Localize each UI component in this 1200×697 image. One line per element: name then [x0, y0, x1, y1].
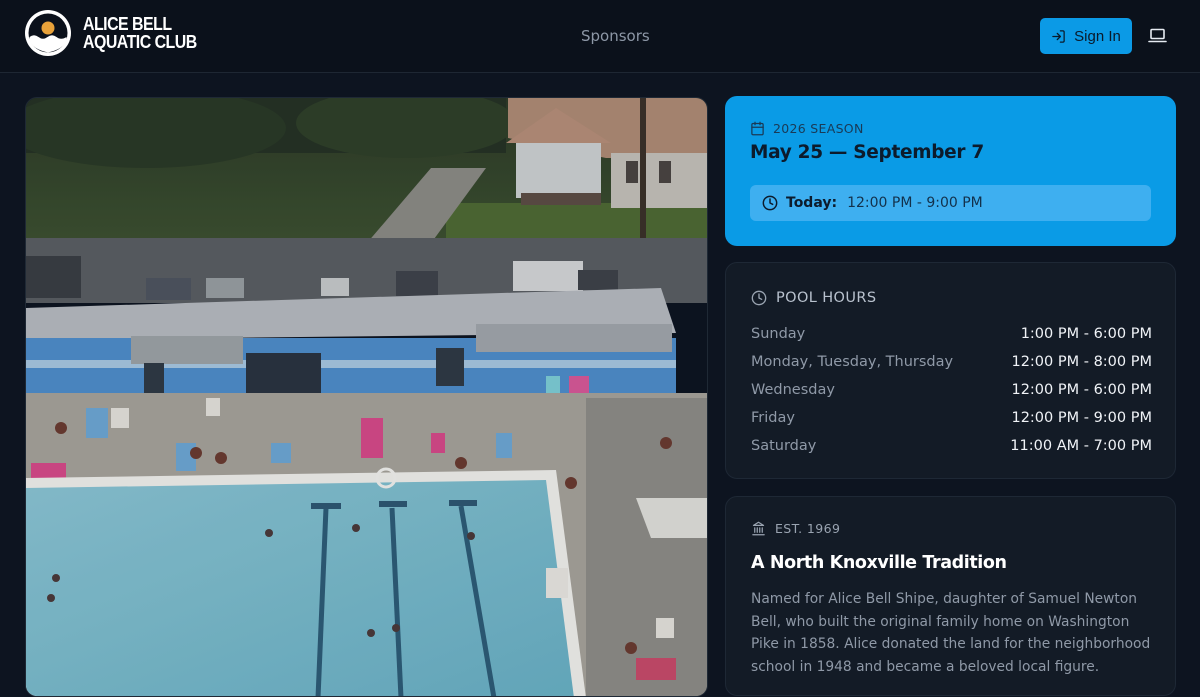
hours-day: Wednesday	[751, 382, 835, 398]
hours-time: 11:00 AM - 7:00 PM	[1010, 438, 1152, 454]
pool-aerial-image	[26, 98, 707, 696]
clock-icon	[751, 290, 767, 306]
sign-in-button[interactable]: Sign In	[1040, 18, 1132, 54]
season-year-label: 2026 SEASON	[773, 121, 864, 136]
hours-row: Saturday 11:00 AM - 7:00 PM	[751, 436, 1152, 456]
sign-in-icon	[1052, 29, 1065, 43]
landmark-icon	[752, 521, 765, 536]
today-label: Today:	[786, 195, 838, 211]
hours-time: 1:00 PM - 6:00 PM	[1020, 326, 1152, 342]
pool-hours-title: POOL HOURS	[776, 290, 877, 306]
clock-icon	[762, 195, 778, 211]
established-label: EST. 1969	[775, 521, 841, 536]
season-dates: May 25 — September 7	[750, 142, 984, 163]
history-body: Named for Alice Bell Shipe, daughter of …	[751, 591, 1151, 675]
hours-row: Wednesday 12:00 PM - 6:00 PM	[751, 380, 1152, 400]
pool-hours-card: POOL HOURS Sunday 1:00 PM - 6:00 PM Mond…	[725, 262, 1176, 479]
hours-day: Sunday	[751, 326, 806, 342]
history-title: A North Knoxville Tradition	[751, 553, 1007, 573]
laptop-icon[interactable]	[1148, 27, 1167, 44]
hours-time: 12:00 PM - 6:00 PM	[1011, 382, 1152, 398]
sign-in-label: Sign In	[1074, 27, 1121, 45]
hours-time: 12:00 PM - 8:00 PM	[1011, 354, 1152, 370]
hours-day: Saturday	[751, 438, 817, 454]
hours-row: Sunday 1:00 PM - 6:00 PM	[751, 324, 1152, 344]
pool-hours-heading: POOL HOURS	[751, 290, 876, 306]
logo-icon	[25, 10, 71, 56]
hours-row: Friday 12:00 PM - 9:00 PM	[751, 408, 1152, 428]
site-header: ALICE BELL AQUATIC CLUB Sponsors Sign In	[0, 0, 1200, 73]
hero-pool-photo	[25, 97, 708, 697]
calendar-icon	[751, 121, 764, 136]
hours-day: Friday	[751, 410, 795, 426]
hours-time: 12:00 PM - 9:00 PM	[1011, 410, 1152, 426]
logo-link[interactable]	[24, 9, 72, 57]
hours-day: Monday, Tuesday, Thursday	[751, 354, 954, 370]
today-time: 12:00 PM - 9:00 PM	[847, 195, 983, 211]
history-eyebrow: EST. 1969	[751, 521, 840, 536]
brand-line-2: AQUATIC CLUB	[83, 31, 197, 52]
nav-sponsors-link[interactable]: Sponsors	[581, 27, 650, 45]
season-eyebrow: 2026 SEASON	[750, 121, 864, 136]
hours-row: Monday, Tuesday, Thursday 12:00 PM - 8:0…	[751, 352, 1152, 372]
today-hours-pill: Today: 12:00 PM - 9:00 PM	[750, 185, 1151, 221]
season-card: 2026 SEASON May 25 — September 7 Today: …	[725, 96, 1176, 246]
brand-name[interactable]: ALICE BELL AQUATIC CLUB	[83, 14, 197, 52]
history-card: EST. 1969 A North Knoxville Tradition Na…	[725, 496, 1176, 696]
